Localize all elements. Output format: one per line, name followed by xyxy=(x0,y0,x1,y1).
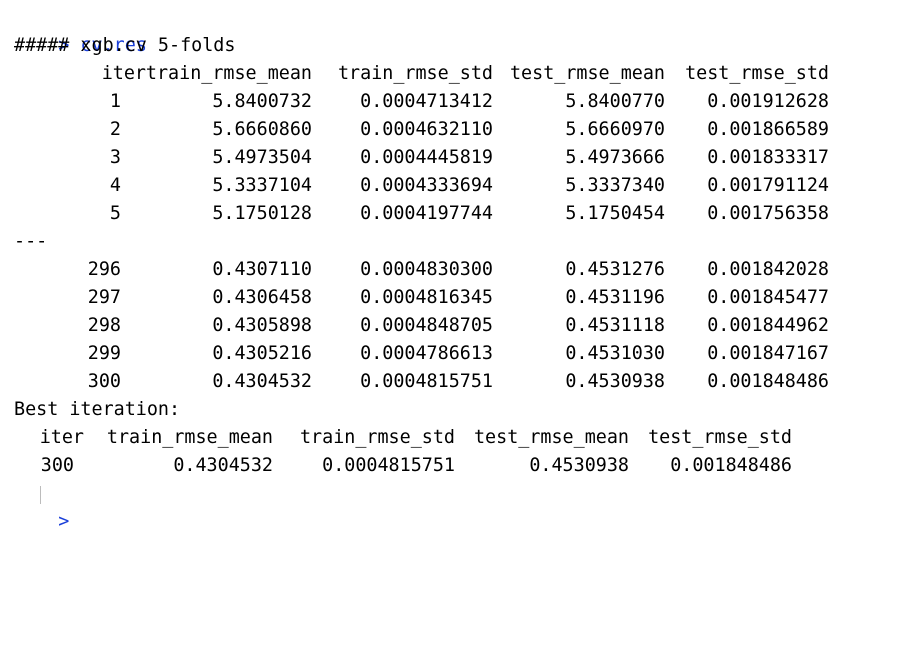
cell-train-rmse-std: 0.0004786613 xyxy=(360,343,493,364)
cell-test-rmse-mean: 0.4531030 xyxy=(565,343,665,364)
column-header-train-rmse-mean: train_rmse_mean xyxy=(145,63,312,84)
cell-test-rmse-std: 0.001845477 xyxy=(707,287,829,308)
cell-train-rmse-std: 0.0004713412 xyxy=(360,91,493,112)
cell-train-rmse-mean: 0.4305216 xyxy=(212,343,312,364)
prompt-symbol: > xyxy=(58,511,70,532)
cell-test-rmse-std: 0.001844962 xyxy=(707,315,829,336)
table-row: 299 0.4305216 0.0004786613 0.4531030 0.0… xyxy=(14,340,914,368)
table-row: 5 5.1750128 0.0004197744 5.1750454 0.001… xyxy=(14,200,914,228)
cell-test-rmse-std: 0.001848486 xyxy=(707,371,829,392)
best-column-header-train-rmse-mean: train_rmse_mean xyxy=(106,427,273,448)
cell-train-rmse-mean: 5.8400732 xyxy=(212,91,312,112)
r-console[interactable]: — — > cv.res ##### xgb.cv 5-folds iter t… xyxy=(14,0,914,532)
table-row: 3 5.4973504 0.0004445819 5.4973666 0.001… xyxy=(14,144,914,172)
cv-header: ##### xgb.cv 5-folds xyxy=(14,35,236,56)
cell-train-rmse-std: 0.0004830300 xyxy=(360,259,493,280)
cell-test-rmse-mean: 0.4530938 xyxy=(565,371,665,392)
cell-test-rmse-mean: 5.6660970 xyxy=(565,119,665,140)
cell-test-rmse-mean: 5.3337340 xyxy=(565,175,665,196)
best-cell-train-rmse-mean: 0.4304532 xyxy=(173,455,273,476)
best-table-header: iter train_rmse_mean train_rmse_std test… xyxy=(14,424,914,452)
cell-test-rmse-std: 0.001912628 xyxy=(707,91,829,112)
cell-train-rmse-std: 0.0004848705 xyxy=(360,315,493,336)
cell-train-rmse-std: 0.0004445819 xyxy=(360,147,493,168)
cell-train-rmse-std: 0.0004197744 xyxy=(360,203,493,224)
cell-train-rmse-std: 0.0004815751 xyxy=(360,371,493,392)
cell-iter: 3 xyxy=(109,147,121,168)
cell-iter: 298 xyxy=(87,315,121,336)
best-column-header-train-rmse-std: train_rmse_std xyxy=(299,427,455,448)
best-cell-iter: 300 xyxy=(40,455,74,476)
cell-iter: 297 xyxy=(87,287,121,308)
cell-train-rmse-mean: 0.4305898 xyxy=(212,315,312,336)
column-header-test-rmse-std: test_rmse_std xyxy=(685,63,829,84)
cell-train-rmse-std: 0.0004632110 xyxy=(360,119,493,140)
column-header-iter: iter xyxy=(101,63,146,84)
cell-test-rmse-std: 0.001842028 xyxy=(707,259,829,280)
cell-train-rmse-mean: 5.6660860 xyxy=(212,119,312,140)
text-cursor xyxy=(40,486,41,504)
cell-test-rmse-mean: 0.4531118 xyxy=(565,315,665,336)
cell-iter: 1 xyxy=(109,91,121,112)
cell-iter: 2 xyxy=(109,119,121,140)
row-separator: --- xyxy=(14,231,48,252)
table-row: 2 5.6660860 0.0004632110 5.6660970 0.001… xyxy=(14,116,914,144)
best-column-header-test-rmse-mean: test_rmse_mean xyxy=(473,427,629,448)
cell-iter: 5 xyxy=(109,203,121,224)
cell-train-rmse-mean: 0.4306458 xyxy=(212,287,312,308)
cell-test-rmse-mean: 0.4531196 xyxy=(565,287,665,308)
cell-train-rmse-std: 0.0004816345 xyxy=(360,287,493,308)
best-column-header-iter: iter xyxy=(39,427,84,448)
table-row: 297 0.4306458 0.0004816345 0.4531196 0.0… xyxy=(14,284,914,312)
cell-test-rmse-std: 0.001866589 xyxy=(707,119,829,140)
cell-test-rmse-std: 0.001791124 xyxy=(707,175,829,196)
cell-test-rmse-std: 0.001833317 xyxy=(707,147,829,168)
cell-train-rmse-mean: 5.3337104 xyxy=(212,175,312,196)
cell-iter: 296 xyxy=(87,259,121,280)
cell-train-rmse-mean: 5.4973504 xyxy=(212,147,312,168)
table-row: 298 0.4305898 0.0004848705 0.4531118 0.0… xyxy=(14,312,914,340)
cell-train-rmse-mean: 0.4304532 xyxy=(212,371,312,392)
cell-train-rmse-mean: 5.1750128 xyxy=(212,203,312,224)
best-cell-test-rmse-std: 0.001848486 xyxy=(670,455,792,476)
cell-test-rmse-std: 0.001756358 xyxy=(707,203,829,224)
best-cell-test-rmse-mean: 0.4530938 xyxy=(529,455,629,476)
best-cell-train-rmse-std: 0.0004815751 xyxy=(322,455,455,476)
best-column-header-test-rmse-std: test_rmse_std xyxy=(648,427,792,448)
table-row: 296 0.4307110 0.0004830300 0.4531276 0.0… xyxy=(14,256,914,284)
column-header-train-rmse-std: train_rmse_std xyxy=(337,63,493,84)
column-header-test-rmse-mean: test_rmse_mean xyxy=(509,63,665,84)
cell-train-rmse-std: 0.0004333694 xyxy=(360,175,493,196)
cell-test-rmse-mean: 5.8400770 xyxy=(565,91,665,112)
cell-test-rmse-mean: 0.4531276 xyxy=(565,259,665,280)
cell-iter: 300 xyxy=(87,371,121,392)
cell-test-rmse-mean: 5.4973666 xyxy=(565,147,665,168)
cell-test-rmse-std: 0.001847167 xyxy=(707,343,829,364)
cell-train-rmse-mean: 0.4307110 xyxy=(212,259,312,280)
table-row: 1 5.8400732 0.0004713412 5.8400770 0.001… xyxy=(14,88,914,116)
table-row: 300 0.4304532 0.0004815751 0.4530938 0.0… xyxy=(14,368,914,396)
best-table-row: 300 0.4304532 0.0004815751 0.4530938 0.0… xyxy=(14,452,914,480)
command-line: > cv.res xyxy=(14,4,147,56)
cell-iter: 4 xyxy=(109,175,121,196)
table-header: iter train_rmse_mean train_rmse_std test… xyxy=(14,60,914,88)
table-row: 4 5.3337104 0.0004333694 5.3337340 0.001… xyxy=(14,172,914,200)
best-iteration-label: Best iteration: xyxy=(14,399,181,420)
cell-iter: 299 xyxy=(87,343,121,364)
cell-test-rmse-mean: 5.1750454 xyxy=(565,203,665,224)
